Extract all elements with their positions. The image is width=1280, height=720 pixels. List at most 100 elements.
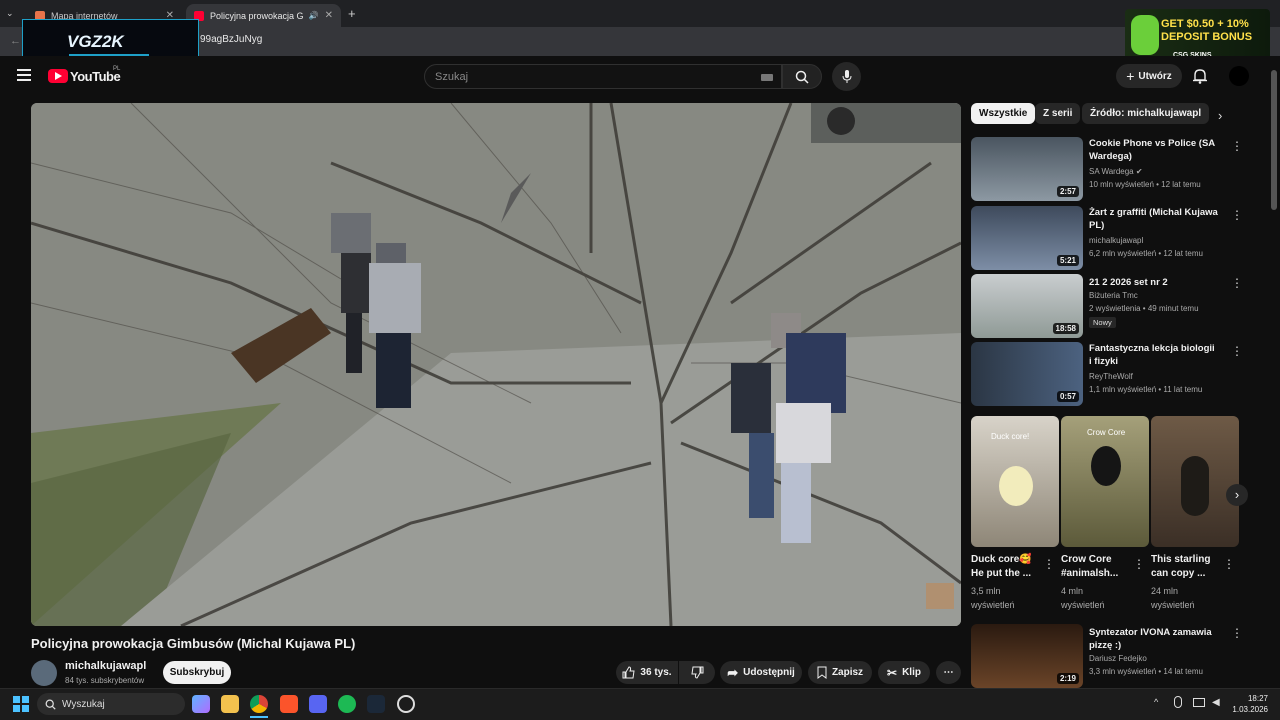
close-tab-icon[interactable]: ✕ [325,10,333,21]
chevron-right-icon[interactable]: › [1218,108,1222,123]
share-button[interactable]: ➦ Udostępnij [720,661,802,684]
chevron-up-icon[interactable]: ^ [1154,697,1158,707]
short-thumbnail[interactable]: Duck core! [971,416,1059,547]
video-player[interactable] [31,103,961,626]
more-vertical-icon[interactable]: ⋮ [1133,557,1145,571]
chrome-icon[interactable] [250,695,268,713]
speaker-icon[interactable]: 🔊 [309,11,319,20]
bookmark-icon [817,666,827,679]
chip-all[interactable]: Wszystkie [971,103,1036,124]
starling-image [1181,456,1209,516]
create-button[interactable]: + Utwórz [1116,64,1182,88]
recommendation-channel[interactable]: ReyTheWolf [1089,372,1133,381]
clip-button[interactable]: ✂ Klip [878,661,930,684]
recommendation-meta: 10 mln wyświetleń • 12 lat temu [1089,180,1201,189]
recommendation-channel[interactable]: Dariusz Fedejko [1089,654,1147,663]
subscribe-button[interactable]: Subskrybuj [163,661,231,684]
more-horizontal-icon: ⋯ [943,667,954,678]
recommendation-meta: 2 wyświetlenia • 49 minut temu [1089,304,1199,313]
dislike-button[interactable] [679,661,715,684]
menu-icon[interactable] [17,69,31,81]
brave-icon[interactable] [280,695,298,713]
scrollbar-thumb[interactable] [1271,70,1277,210]
share-label: Udostępnij [743,667,795,678]
notifications-button[interactable] [1193,68,1207,89]
short-title[interactable]: Crow Core #animalsh... [1061,553,1136,581]
steam-icon[interactable] [367,695,385,713]
recommendation-channel[interactable]: SA Wardega [1089,167,1134,176]
short-overlay-text: Duck core! [991,432,1030,441]
more-actions-button[interactable]: ⋯ [936,661,961,684]
channel-avatar[interactable] [31,660,57,686]
taskbar-search[interactable]: Wyszukaj [37,693,185,715]
windows-start-icon[interactable] [13,696,29,712]
video-thumbnail[interactable]: 18:58 [971,274,1083,338]
search-button[interactable] [782,64,822,89]
taskbar-search-placeholder: Wyszukaj [62,698,105,710]
voice-search-button[interactable] [832,62,861,91]
plus-icon: + [1126,68,1135,84]
new-tab-icon[interactable]: + [348,6,356,21]
more-vertical-icon[interactable]: ⋮ [1231,208,1243,222]
more-vertical-icon[interactable]: ⋮ [1231,139,1243,153]
tab-youtube[interactable]: Policyjna prowokacja Gimbu 🔊 ✕ [186,4,341,27]
microphone-tray-icon[interactable] [1174,696,1182,708]
short-thumbnail[interactable]: Crow Core [1061,416,1149,547]
recommendation-title[interactable]: 21 2 2026 set nr 2 [1089,276,1219,289]
video-frame [31,103,961,626]
short-title[interactable]: This starling can copy ... [1151,553,1226,581]
recommendation-title[interactable]: Fantastyczna lekcja biologii i fizyki [1089,342,1219,368]
duck-image [999,466,1033,506]
recommendation-item[interactable]: 0:57 Fantastyczna lekcja biologii i fizy… [971,342,1251,406]
more-vertical-icon[interactable]: ⋮ [1231,626,1243,640]
copilot-icon[interactable] [192,695,210,713]
discord-icon[interactable] [309,695,327,713]
more-vertical-icon[interactable]: ⋮ [1231,276,1243,290]
spotify-icon[interactable] [338,695,356,713]
recommendation-item[interactable]: 5:21 Żart z graffiti (Michal Kujawa PL) … [971,206,1251,270]
chip-label: Z serii [1043,108,1073,119]
network-icon[interactable] [1193,698,1205,707]
recommendation-title[interactable]: Cookie Phone vs Police (SA Wardega) [1089,137,1219,163]
video-thumbnail[interactable]: 5:21 [971,206,1083,270]
save-button[interactable]: Zapisz [808,661,872,684]
recommendation-item[interactable]: 18:58 21 2 2026 set nr 2 Biżuteria Tmc 2… [971,274,1251,338]
short-views: 24 mln wyświetleń [1151,584,1231,612]
short-views-count: 24 mln [1151,586,1179,596]
shorts-next-button[interactable]: › [1226,484,1248,506]
file-explorer-icon[interactable] [221,695,239,713]
chip-source[interactable]: Źródło: michalkujawapl [1082,103,1210,124]
obs-icon[interactable] [397,695,415,713]
duration-badge: 2:19 [1056,673,1079,684]
recommendation-meta: 6,2 mln wyświetleń • 12 lat temu [1089,249,1203,258]
account-avatar[interactable] [1229,66,1249,86]
recommendation-channel[interactable]: michalkujawapl [1089,236,1143,245]
recommendation-item[interactable]: 2:19 Syntezator IVONA zamawia pizzę :) D… [971,624,1251,688]
recommendation-meta: 3,3 mln wyświetleń • 14 lat temu [1089,667,1203,676]
recommendation-channel[interactable]: Biżuteria Tmc [1089,291,1138,300]
short-thumbnail[interactable] [1151,416,1239,547]
back-icon[interactable]: ← [10,35,21,47]
search-input[interactable]: Szukaj [424,64,782,89]
more-vertical-icon[interactable]: ⋮ [1043,557,1055,571]
chip-series[interactable]: Z serii [1035,103,1081,124]
keyboard-icon[interactable] [761,74,773,81]
clock[interactable]: 18:27 1.03.2026 [1232,693,1268,715]
recommendation-title[interactable]: Żart z graffiti (Michal Kujawa PL) [1089,206,1219,232]
more-vertical-icon[interactable]: ⋮ [1231,344,1243,358]
video-thumbnail[interactable]: 0:57 [971,342,1083,406]
volume-icon[interactable]: ◀ [1212,697,1220,708]
tab-list-icon[interactable]: ⌄ [6,8,14,19]
recommendation-title[interactable]: Syntezator IVONA zamawia pizzę :) [1089,626,1219,652]
short-title[interactable]: Duck core🥰 He put the ... [971,553,1046,581]
subscribe-label: Subskrybuj [169,667,225,678]
crow-image [1091,446,1121,486]
video-thumbnail[interactable]: 2:19 [971,624,1083,688]
url-text[interactable]: 99agBzJuNyg [200,34,262,45]
video-thumbnail[interactable]: 2:57 [971,137,1083,201]
recommendation-item[interactable]: 2:57 Cookie Phone vs Police (SA Wardega)… [971,137,1251,201]
channel-name[interactable]: michalkujawapl [65,660,146,672]
more-vertical-icon[interactable]: ⋮ [1223,557,1235,571]
like-button[interactable]: 36 tys. [616,661,678,684]
youtube-logo-icon[interactable] [48,69,68,83]
